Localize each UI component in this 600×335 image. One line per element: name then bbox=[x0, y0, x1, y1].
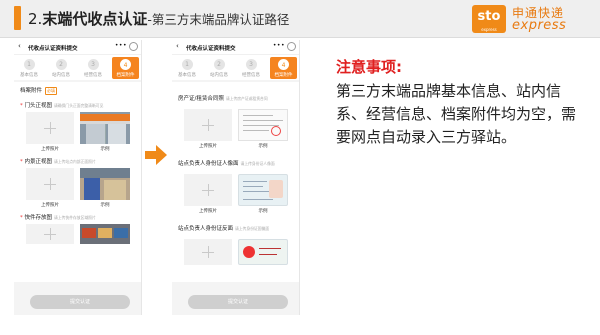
slide-title: 2.末端代收点认证-第三方末端品牌认证路径 bbox=[28, 8, 289, 29]
step-business-info[interactable]: 3 经营信息 bbox=[239, 59, 263, 78]
logo-mark-small: express bbox=[481, 27, 497, 32]
close-circle-icon[interactable] bbox=[129, 42, 138, 51]
upload-label: 上传照片 bbox=[41, 203, 59, 208]
sample-label: 示例 bbox=[258, 209, 268, 214]
plus-icon bbox=[202, 184, 214, 196]
nav-title: 代收点认证资料提交 bbox=[186, 46, 236, 52]
upload-photo-button[interactable] bbox=[184, 174, 232, 206]
notes-title: 注意事项: bbox=[336, 58, 402, 76]
back-arrow-icon[interactable]: ‹ bbox=[18, 43, 21, 50]
sample-label: 示例 bbox=[100, 203, 110, 208]
sample-label: 示例 bbox=[100, 147, 110, 152]
more-icon[interactable]: ••• bbox=[115, 42, 127, 49]
logo-mark: sto express bbox=[472, 5, 506, 33]
plus-icon bbox=[202, 246, 214, 258]
group-title: 站点负责人身份证反面 请上传身份证国徽面 bbox=[178, 226, 270, 232]
sample-image-interior[interactable] bbox=[80, 168, 130, 200]
phone-nav-bar: ‹ 代收点认证资料提交 ••• bbox=[14, 40, 141, 54]
plus-icon bbox=[44, 178, 56, 190]
slide-header: 2.末端代收点认证-第三方末端品牌认证路径 sto express 申通快递 ex… bbox=[0, 0, 600, 38]
step-site-info[interactable]: 2 站内信息 bbox=[49, 59, 73, 78]
group-title: * 门头正视图 请确保门头正面完整清晰可见 bbox=[20, 103, 104, 109]
form-body: 房产证/租赁合同照 请上传房产证或租赁合同 上传照片 示例 站点负责人身份证人像面… bbox=[172, 82, 299, 282]
upload-photo-button[interactable] bbox=[184, 109, 232, 141]
sto-express-logo: sto express 申通快递 express bbox=[472, 4, 590, 34]
sample-image-storage[interactable] bbox=[80, 224, 130, 244]
upload-row: 上传照片 示例 bbox=[20, 112, 135, 152]
plus-icon bbox=[44, 228, 56, 240]
upload-row bbox=[20, 224, 135, 244]
logo-english-name: express bbox=[512, 18, 567, 33]
upload-photo-button[interactable] bbox=[26, 112, 74, 144]
section-heading: 档案附件 必填 bbox=[20, 87, 58, 95]
phone-screen-right: ‹ 代收点认证资料提交 ••• 1 基本信息 2 站内信息 3 经营信息 4 档案附件 … bbox=[172, 40, 300, 315]
notes-body: 第三方末端品牌基本信息、站内信系、经营信息、档案附件均为空，需要网点自动录入三方… bbox=[336, 82, 577, 146]
plus-icon bbox=[202, 119, 214, 131]
upload-row: 上传照片 示例 bbox=[178, 105, 293, 153]
upload-row: 上传照片 示例 bbox=[20, 168, 135, 208]
step-attachments[interactable]: 4 档案附件 bbox=[112, 57, 139, 79]
submit-button[interactable]: 提交认证 bbox=[188, 295, 288, 309]
phone-screen-left: ‹ 代收点认证资料提交 ••• 1 基本信息 2 站内信息 3 经营信息 4 档案附件 … bbox=[14, 40, 142, 315]
group-title: * 快件存放图 请上传快件存放区域照片 bbox=[20, 215, 96, 221]
submit-button[interactable]: 提交认证 bbox=[30, 295, 130, 309]
group-title: 房产证/租赁合同照 请上传房产证或租赁合同 bbox=[178, 96, 268, 102]
step-site-info[interactable]: 2 站内信息 bbox=[207, 59, 231, 78]
upload-label: 上传照片 bbox=[41, 147, 59, 152]
step-basic-info[interactable]: 1 基本信息 bbox=[175, 59, 199, 78]
title-main: 末端代收点认证 bbox=[42, 10, 148, 28]
required-tag: 必填 bbox=[45, 87, 58, 95]
more-icon[interactable]: ••• bbox=[273, 42, 285, 49]
group-title: 站点负责人身份证人像面 请上传身份证人像面 bbox=[178, 161, 275, 167]
sample-image-id-back[interactable] bbox=[238, 239, 288, 265]
step-indicator: 1 基本信息 2 站内信息 3 经营信息 4 档案附件 bbox=[14, 54, 141, 80]
title-accent-bar bbox=[14, 6, 21, 30]
upload-label: 上传照片 bbox=[199, 144, 217, 149]
phone-nav-bar: ‹ 代收点认证资料提交 ••• bbox=[172, 40, 299, 54]
form-body: 档案附件 必填 * 门头正视图 请确保门头正面完整清晰可见 上传照片 示例 * 内景… bbox=[14, 82, 141, 282]
plus-icon bbox=[44, 122, 56, 134]
upload-row bbox=[178, 235, 293, 265]
step-business-info[interactable]: 3 经营信息 bbox=[81, 59, 105, 78]
sample-image-storefront[interactable] bbox=[80, 112, 130, 144]
sample-image-id-front[interactable] bbox=[238, 174, 288, 206]
title-number: 2. bbox=[28, 10, 43, 28]
title-subtitle: -第三方末端品牌认证路径 bbox=[147, 12, 290, 27]
step-basic-info[interactable]: 1 基本信息 bbox=[17, 59, 41, 78]
back-arrow-icon[interactable]: ‹ bbox=[176, 43, 179, 50]
group-title: * 内景正视图 请上传站点内部正面照片 bbox=[20, 159, 96, 165]
sample-label: 示例 bbox=[258, 144, 268, 149]
upload-photo-button[interactable] bbox=[26, 168, 74, 200]
upload-label: 上传照片 bbox=[199, 209, 217, 214]
close-circle-icon[interactable] bbox=[287, 42, 296, 51]
right-arrow-icon bbox=[145, 145, 167, 165]
upload-photo-button[interactable] bbox=[26, 224, 74, 244]
step-attachments[interactable]: 4 档案附件 bbox=[270, 57, 297, 79]
step-indicator: 1 基本信息 2 站内信息 3 经营信息 4 档案附件 bbox=[172, 54, 299, 80]
upload-row: 上传照片 示例 bbox=[178, 170, 293, 218]
nav-title: 代收点认证资料提交 bbox=[28, 46, 78, 52]
upload-photo-button[interactable] bbox=[184, 239, 232, 265]
sample-image-lease-contract[interactable] bbox=[238, 109, 288, 141]
